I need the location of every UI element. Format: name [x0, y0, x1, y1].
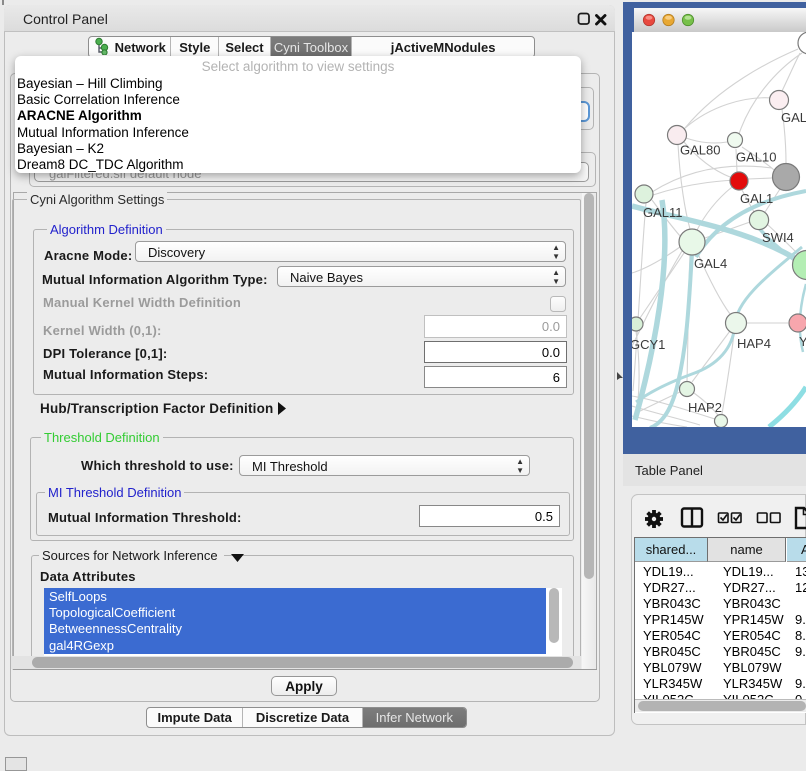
svg-text:Y: Y [799, 334, 806, 349]
svg-text:HAP4: HAP4 [737, 336, 771, 351]
svg-text:GAL: GAL [781, 110, 806, 125]
svg-text:GCY1: GCY1 [632, 337, 665, 352]
svg-text:HAP2: HAP2 [688, 400, 722, 415]
svg-text:GAL11: GAL11 [643, 205, 683, 220]
svg-text:GAL10: GAL10 [736, 150, 776, 165]
svg-text:GAL80: GAL80 [680, 143, 720, 158]
svg-text:GAL4: GAL4 [694, 256, 727, 271]
svg-text:GAL1: GAL1 [740, 191, 773, 206]
svg-text:SWI4: SWI4 [762, 230, 794, 245]
